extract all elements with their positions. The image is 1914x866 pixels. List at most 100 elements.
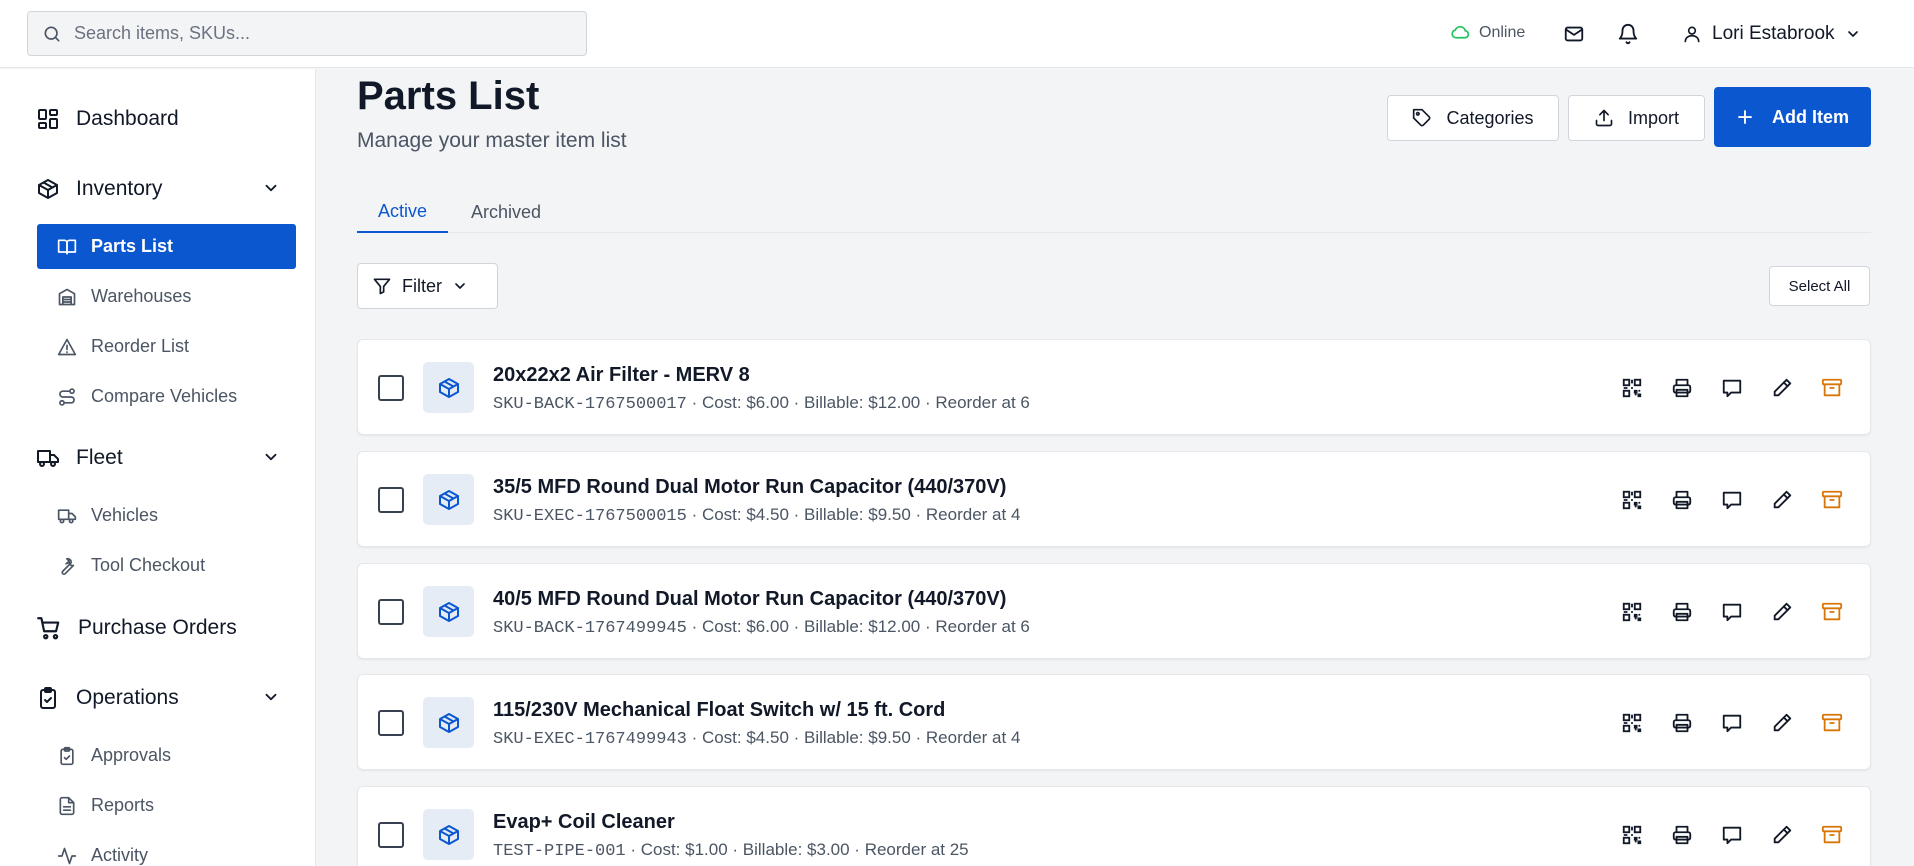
sidebar-item-vehicles[interactable]: Vehicles [37, 493, 296, 538]
row-checkbox[interactable] [378, 822, 404, 848]
user-name: Lori Estabrook [1712, 23, 1835, 44]
item-thumbnail [423, 362, 474, 413]
truck-icon [36, 446, 60, 470]
sidebar: Dashboard Inventory Parts List Warehouse… [0, 69, 316, 866]
qr-code-icon[interactable] [1618, 598, 1646, 626]
sidebar-item-fleet[interactable]: Fleet [36, 440, 280, 476]
categories-button[interactable]: Categories [1387, 95, 1559, 141]
qr-code-icon[interactable] [1618, 374, 1646, 402]
sidebar-label-inventory: Inventory [76, 177, 163, 200]
item-row[interactable]: 40/5 MFD Round Dual Motor Run Capacitor … [357, 563, 1871, 659]
package-icon [437, 823, 461, 847]
archive-icon[interactable] [1818, 486, 1846, 514]
upload-icon [1594, 108, 1614, 128]
route-icon [57, 387, 77, 407]
package-icon [36, 177, 60, 201]
import-button[interactable]: Import [1568, 95, 1705, 141]
filter-button[interactable]: Filter [357, 263, 498, 309]
message-icon[interactable] [1718, 821, 1746, 849]
qr-code-icon[interactable] [1618, 709, 1646, 737]
search-icon [42, 24, 62, 44]
mail-icon[interactable] [1560, 20, 1588, 48]
chevron-down-icon [262, 448, 280, 466]
message-icon[interactable] [1718, 709, 1746, 737]
search-input[interactable] [74, 23, 554, 44]
add-item-label: Add Item [1771, 106, 1849, 127]
item-sku: TEST-PIPE-001 [493, 842, 626, 861]
filter-icon [372, 276, 392, 296]
file-text-icon [57, 796, 77, 816]
printer-icon[interactable] [1668, 486, 1696, 514]
sidebar-label-parts-list: Parts List [91, 236, 174, 256]
status-label: Online [1479, 23, 1526, 41]
qr-code-icon[interactable] [1618, 486, 1646, 514]
sidebar-item-inventory[interactable]: Inventory [36, 171, 280, 207]
clipboard-check-icon [57, 746, 77, 766]
search-box[interactable] [27, 11, 587, 56]
row-checkbox[interactable] [378, 487, 404, 513]
edit-icon[interactable] [1768, 374, 1796, 402]
row-checkbox[interactable] [378, 599, 404, 625]
sidebar-item-purchase-orders[interactable]: Purchase Orders [36, 610, 280, 646]
archive-icon[interactable] [1818, 374, 1846, 402]
message-icon[interactable] [1718, 598, 1746, 626]
sidebar-label-fleet: Fleet [76, 446, 123, 469]
message-icon[interactable] [1718, 374, 1746, 402]
tab-archived[interactable]: Archived [466, 191, 546, 233]
bell-icon[interactable] [1614, 20, 1642, 48]
edit-icon[interactable] [1768, 709, 1796, 737]
printer-icon[interactable] [1668, 709, 1696, 737]
sidebar-item-approvals[interactable]: Approvals [37, 733, 296, 778]
package-icon [437, 600, 461, 624]
archive-icon[interactable] [1818, 821, 1846, 849]
dashboard-icon [36, 107, 60, 131]
sidebar-item-reorder-list[interactable]: Reorder List [37, 324, 296, 369]
item-row[interactable]: 115/230V Mechanical Float Switch w/ 15 f… [357, 674, 1871, 770]
archive-icon[interactable] [1818, 709, 1846, 737]
printer-icon[interactable] [1668, 598, 1696, 626]
user-menu[interactable]: Lori Estabrook [1682, 18, 1861, 50]
message-icon[interactable] [1718, 486, 1746, 514]
alert-triangle-icon [57, 337, 77, 357]
cloud-icon [1450, 22, 1471, 43]
item-details: · Cost: $4.50 · Billable: $9.50 · Reorde… [686, 505, 1021, 524]
printer-icon[interactable] [1668, 374, 1696, 402]
item-details: · Cost: $4.50 · Billable: $9.50 · Reorde… [686, 728, 1021, 747]
chevron-down-icon [262, 688, 280, 706]
item-row[interactable]: 35/5 MFD Round Dual Motor Run Capacitor … [357, 451, 1871, 547]
row-checkbox[interactable] [378, 710, 404, 736]
archive-icon[interactable] [1818, 598, 1846, 626]
item-name: 40/5 MFD Round Dual Motor Run Capacitor … [493, 588, 1007, 610]
item-row[interactable]: 20x22x2 Air Filter - MERV 8 SKU-BACK-176… [357, 339, 1871, 435]
qr-code-icon[interactable] [1618, 821, 1646, 849]
item-meta: SKU-BACK-1767499945 · Cost: $6.00 · Bill… [493, 617, 1030, 638]
item-meta: TEST-PIPE-001 · Cost: $1.00 · Billable: … [493, 840, 969, 861]
item-row[interactable]: Evap+ Coil Cleaner TEST-PIPE-001 · Cost:… [357, 786, 1871, 866]
select-all-button[interactable]: Select All [1769, 266, 1870, 306]
edit-icon[interactable] [1768, 821, 1796, 849]
add-item-button[interactable]: Add Item [1714, 87, 1871, 147]
edit-icon[interactable] [1768, 598, 1796, 626]
chevron-down-icon [1845, 26, 1861, 42]
sidebar-item-activity[interactable]: Activity [37, 833, 296, 866]
sidebar-item-operations[interactable]: Operations [36, 680, 280, 716]
plus-icon [1736, 108, 1754, 126]
sidebar-item-warehouses[interactable]: Warehouses [37, 274, 296, 319]
printer-icon[interactable] [1668, 821, 1696, 849]
tab-active[interactable]: Active [357, 191, 448, 233]
sidebar-item-reports[interactable]: Reports [37, 783, 296, 828]
edit-icon[interactable] [1768, 486, 1796, 514]
activity-icon [57, 846, 77, 866]
warehouse-icon [57, 287, 77, 307]
sidebar-item-parts-list[interactable]: Parts List [37, 224, 296, 269]
row-checkbox[interactable] [378, 375, 404, 401]
item-name: Evap+ Coil Cleaner [493, 811, 675, 833]
item-thumbnail [423, 697, 474, 748]
item-sku: SKU-EXEC-1767499943 [493, 730, 687, 749]
item-sku: SKU-BACK-1767499945 [493, 619, 687, 638]
package-icon [437, 376, 461, 400]
item-details: · Cost: $6.00 · Billable: $12.00 · Reord… [686, 393, 1030, 412]
sidebar-item-tool-checkout[interactable]: Tool Checkout [37, 543, 296, 588]
sidebar-item-dashboard[interactable]: Dashboard [36, 101, 280, 137]
sidebar-item-compare-vehicles[interactable]: Compare Vehicles [37, 374, 296, 419]
